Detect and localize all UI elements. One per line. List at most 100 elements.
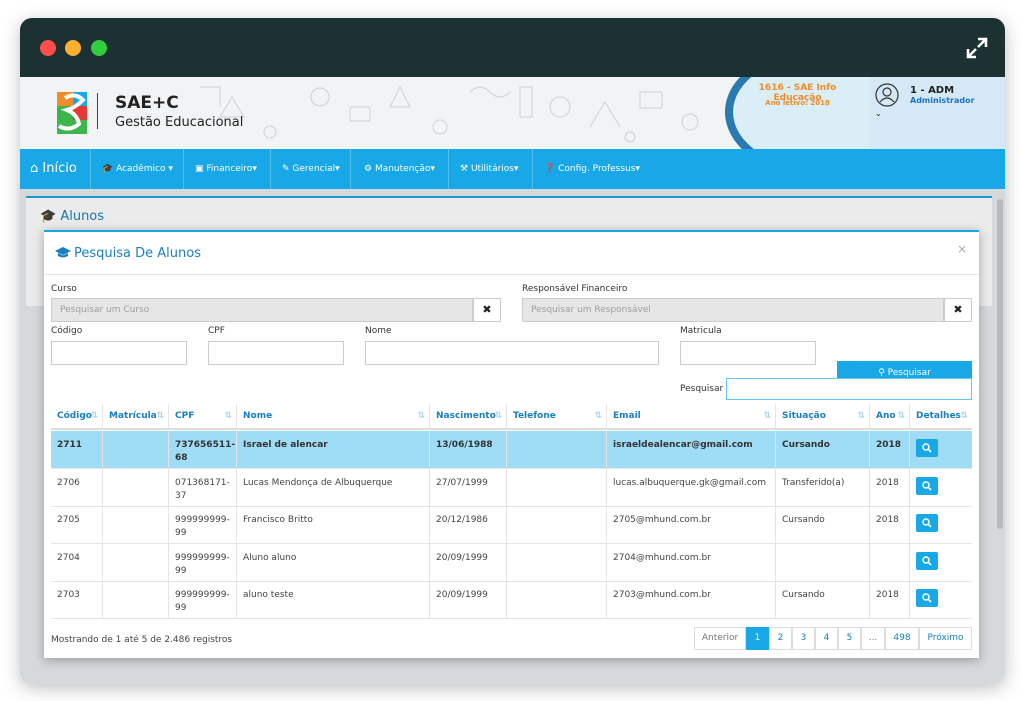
cpf-input[interactable] — [208, 341, 344, 365]
table-row[interactable]: 2705 999999999-99 Francisco Britto 20/12/19… — [51, 506, 972, 544]
table-row[interactable]: 2711 737656511-68 Israel de alencar 13/06/1… — [51, 431, 972, 469]
nav-config[interactable]: ❓ Config. Professus▾ — [544, 149, 640, 189]
nav-academico-label: Acadêmico ▾ — [116, 164, 173, 174]
title-bar — [20, 18, 1005, 77]
cell-email: 2704@mhund.com.br — [607, 543, 776, 582]
cell-email: 2705@mhund.com.br — [607, 506, 776, 544]
money-icon: ▣ — [195, 164, 207, 174]
details-button[interactable] — [916, 439, 938, 457]
cell-matricula — [103, 581, 169, 619]
matricula-label: Matricula — [680, 326, 722, 336]
pagination-page-498[interactable]: 498 — [885, 627, 919, 650]
cell-email: 2703@mhund.com.br — [607, 581, 776, 619]
table-filter-input[interactable] — [726, 378, 972, 400]
nav-manutencao-label: Manutenção▾ — [374, 164, 435, 174]
th-matricula[interactable]: Matrícula ⇅ — [103, 404, 169, 429]
pagination-page-2[interactable]: 2 — [769, 627, 792, 650]
pagination-next[interactable]: Próximo — [919, 627, 972, 650]
cell-email: israeldealencar@gmail.com — [607, 431, 776, 469]
codigo-input[interactable] — [51, 341, 187, 365]
magnifier-icon — [922, 518, 932, 528]
cell-ano: 2018 — [870, 581, 910, 619]
magnifier-icon: ⚲ — [878, 368, 888, 378]
cell-ano: 2018 — [870, 468, 910, 507]
th-ano[interactable]: Ano ⇅ — [870, 404, 910, 429]
help-icon: ❓ — [544, 164, 559, 174]
details-button[interactable] — [916, 476, 938, 495]
sort-icon: ⇅ — [857, 411, 865, 421]
th-codigo[interactable]: Código ⇅ — [51, 404, 103, 429]
cell-telefone — [507, 468, 607, 507]
nav-academico[interactable]: 🎓 Acadêmico ▾ — [102, 149, 173, 189]
th-cpf[interactable]: CPF ⇅ — [169, 404, 237, 429]
cell-ano — [870, 543, 910, 582]
curso-placeholder: Pesquisar um Curso — [60, 305, 150, 315]
clear-responsavel-button[interactable]: ✖ — [944, 298, 972, 322]
clear-curso-button[interactable]: ✖ — [473, 298, 501, 322]
th-ano-label: Ano — [876, 411, 896, 421]
logo-separator — [97, 93, 98, 129]
cell-nascimento: 20/12/1986 — [430, 506, 507, 544]
th-situacao-label: Situação — [782, 411, 826, 421]
close-dot-icon[interactable] — [40, 40, 56, 56]
table-row[interactable]: 2703 999999999-99 aluno teste 20/09/1999 270… — [51, 581, 972, 619]
responsavel-search-input[interactable]: Pesquisar um Responsável — [522, 298, 944, 322]
nav-utilitarios[interactable]: ⚒ Utilitários▾ — [460, 149, 519, 189]
th-nome-label: Nome — [243, 411, 273, 421]
cell-telefone — [507, 431, 607, 469]
nav-manutencao[interactable]: ⚙ Manutenção▾ — [364, 149, 435, 189]
table-row[interactable]: 2704 999999999-99 Aluno aluno 20/09/1999 270… — [51, 543, 972, 582]
cell-telefone — [507, 506, 607, 544]
th-email[interactable]: Email ⇅ — [607, 404, 776, 429]
cell-detalhes — [910, 581, 972, 619]
cell-cpf: 071368171-37 — [169, 468, 237, 507]
cell-codigo: 2711 — [51, 431, 103, 469]
cell-cpf: 999999999-99 — [169, 506, 237, 544]
nav-home-label: Início — [42, 161, 77, 176]
cell-cpf: 737656511-68 — [169, 431, 237, 469]
sort-icon: ⇅ — [763, 411, 771, 421]
brand-subtitle: Gestão Educacional — [115, 115, 244, 130]
pagination-page-4[interactable]: 4 — [815, 627, 838, 650]
nav-gerencial-label: Gerencial▾ — [292, 164, 340, 174]
pagination-page-1[interactable]: 1 — [746, 627, 769, 650]
pagination-page-5[interactable]: 5 — [838, 627, 861, 650]
pagination-page-3[interactable]: 3 — [792, 627, 815, 650]
cell-detalhes — [910, 544, 972, 582]
details-button[interactable] — [916, 589, 938, 607]
th-situacao[interactable]: Situação ⇅ — [776, 404, 870, 429]
table-row[interactable]: 2706 071368171-37 Lucas Mendonça de Albuqu… — [51, 468, 972, 507]
pagination-previous[interactable]: Anterior — [694, 627, 746, 650]
cpf-label: CPF — [208, 326, 225, 336]
user-menu-caret-icon[interactable]: ⌄ — [875, 109, 882, 118]
cell-situacao: Cursando — [776, 581, 870, 619]
logo-icon — [57, 92, 87, 134]
expand-icon[interactable] — [965, 36, 989, 60]
th-telefone[interactable]: Telefone ⇅ — [507, 404, 607, 429]
table-header: Código ⇅ Matrícula ⇅ CPF ⇅ Nome ⇅ Nascimento… — [51, 404, 972, 430]
cell-nome: Israel de alencar — [237, 431, 430, 469]
th-detalhes[interactable]: Detalhes ⇅ — [910, 404, 972, 429]
graduation-cap-icon — [55, 247, 71, 258]
cell-detalhes — [910, 469, 972, 507]
home-icon: ⌂ — [30, 161, 43, 176]
th-nascimento[interactable]: Nascimento ⇅ — [430, 404, 507, 429]
nav-financeiro[interactable]: ▣ Financeiro▾ — [195, 149, 257, 189]
cell-telefone — [507, 543, 607, 582]
sort-icon: ⇅ — [224, 411, 232, 421]
nav-gerencial[interactable]: ✎ Gerencial▾ — [282, 149, 340, 189]
cell-nascimento: 27/07/1999 — [430, 468, 507, 507]
sort-icon: ⇅ — [594, 411, 602, 421]
details-button[interactable] — [916, 514, 938, 532]
th-nome[interactable]: Nome ⇅ — [237, 404, 430, 429]
details-button[interactable] — [916, 551, 938, 570]
close-icon[interactable]: × — [957, 242, 967, 256]
matricula-input[interactable] — [680, 341, 816, 365]
maximize-dot-icon[interactable] — [91, 40, 107, 56]
nome-input[interactable] — [365, 341, 659, 365]
curso-search-input[interactable]: Pesquisar um Curso — [51, 298, 473, 322]
cogs-icon: ⚙ — [364, 164, 375, 174]
user-avatar-icon[interactable] — [875, 83, 899, 107]
minimize-dot-icon[interactable] — [65, 40, 81, 56]
nav-home[interactable]: ⌂ Início — [30, 149, 77, 189]
